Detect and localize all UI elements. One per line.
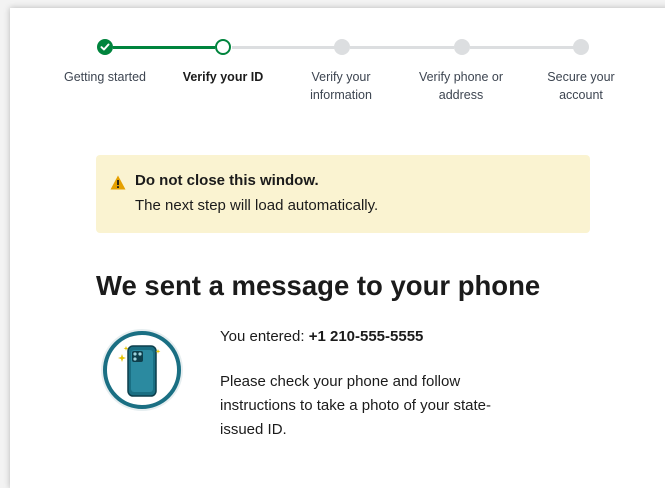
step-label-verify-id: Verify your ID xyxy=(182,70,264,84)
verification-card: Getting started Verify your ID Verify yo… xyxy=(10,8,665,488)
step-dot-verify-phone-address xyxy=(454,39,470,55)
alert-body: The next step will load automatically. xyxy=(135,197,379,214)
step-connector-1 xyxy=(113,46,215,49)
warning-alert: Do not close this window. The next step … xyxy=(96,155,590,233)
entered-phone-number: +1 210-555-5555 xyxy=(308,328,424,345)
phone-camera-icon xyxy=(101,329,183,411)
alert-title: Do not close this window. xyxy=(135,172,319,189)
check-icon xyxy=(100,43,110,51)
step-dot-secure-account xyxy=(573,39,589,55)
step-dot-getting-started xyxy=(97,39,113,55)
step-connector-4 xyxy=(470,46,574,49)
step-label-getting-started: Getting started xyxy=(64,70,146,84)
step-connector-2 xyxy=(232,46,335,49)
step-indicator: Getting started Verify your ID Verify yo… xyxy=(10,8,665,118)
warning-icon xyxy=(110,175,126,190)
step-dot-verify-id xyxy=(215,39,231,55)
step-label-secure-account: Secure your account xyxy=(547,70,615,102)
step-connector-3 xyxy=(350,46,454,49)
page-title: We sent a message to your phone xyxy=(96,270,541,301)
entered-phone-line: You entered: +1 210-555-5555 xyxy=(220,328,423,345)
entered-label: You entered: xyxy=(220,328,309,345)
step-label-verify-information: Verify your information xyxy=(310,70,372,102)
instructions-text: Please check your phone and follow instr… xyxy=(220,373,491,438)
step-dot-verify-information xyxy=(334,39,350,55)
step-label-verify-phone-address: Verify phone or address xyxy=(418,70,504,102)
